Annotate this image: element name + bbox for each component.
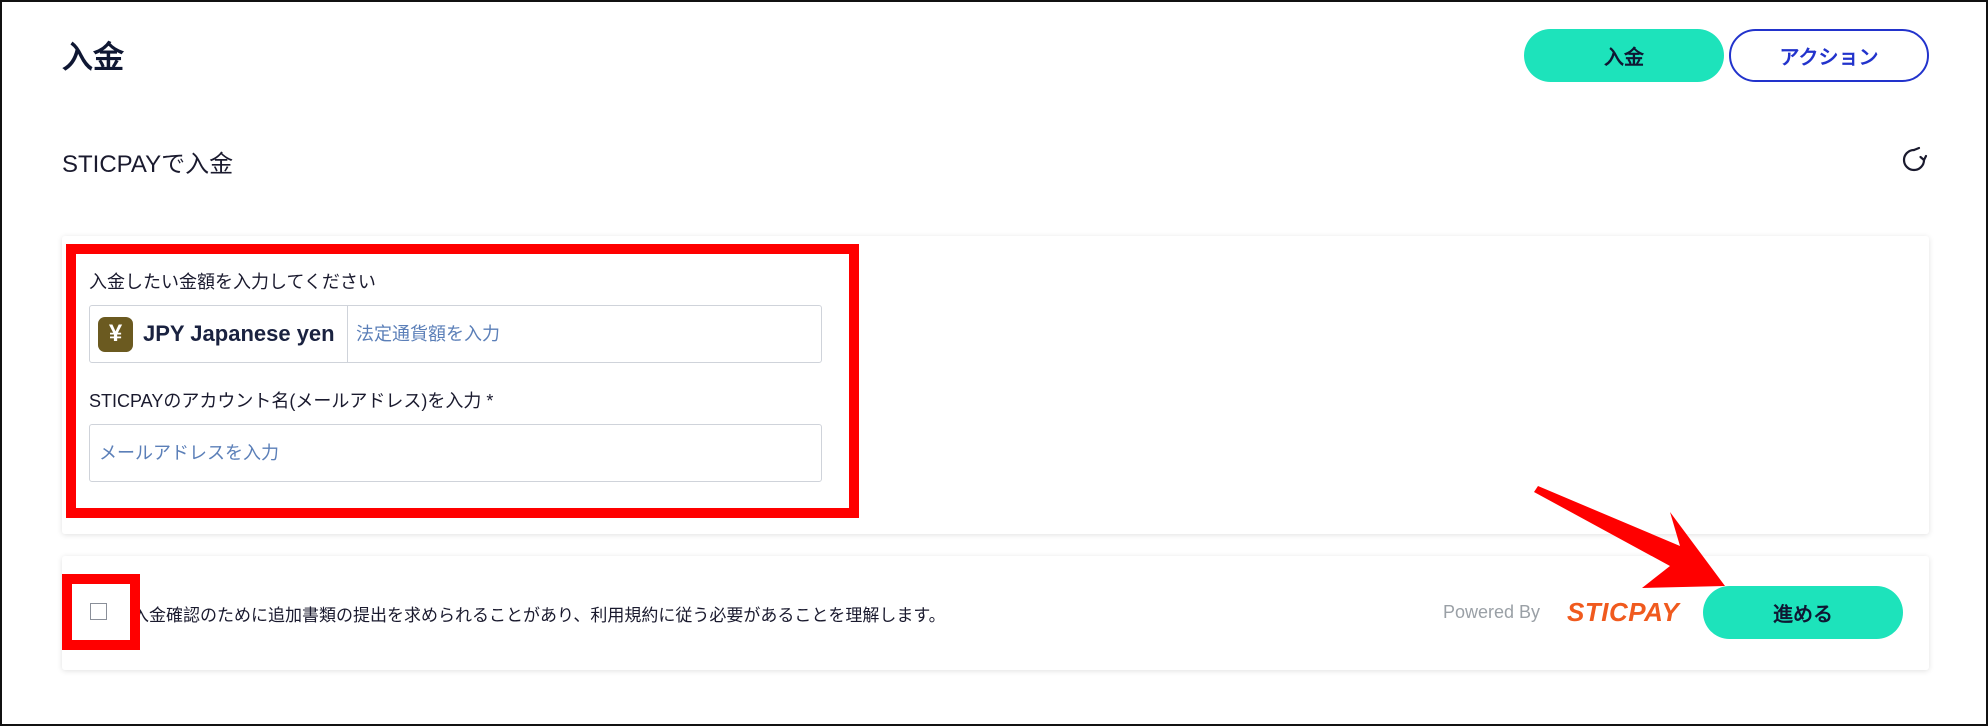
section-title: STICPAYで入金	[62, 151, 234, 178]
refresh-icon[interactable]	[1898, 144, 1930, 176]
checkbox-highlight-box	[62, 574, 140, 650]
deposit-button[interactable]: 入金	[1524, 29, 1724, 82]
action-button[interactable]: アクション	[1729, 29, 1929, 82]
page-title: 入金	[62, 40, 124, 75]
form-highlight-box	[66, 244, 859, 518]
agree-text: 入金確認のために追加書類の提出を求められることがあり、利用規約に従う必要があるこ…	[132, 606, 946, 625]
arrow-annotation-icon	[1534, 486, 1725, 588]
